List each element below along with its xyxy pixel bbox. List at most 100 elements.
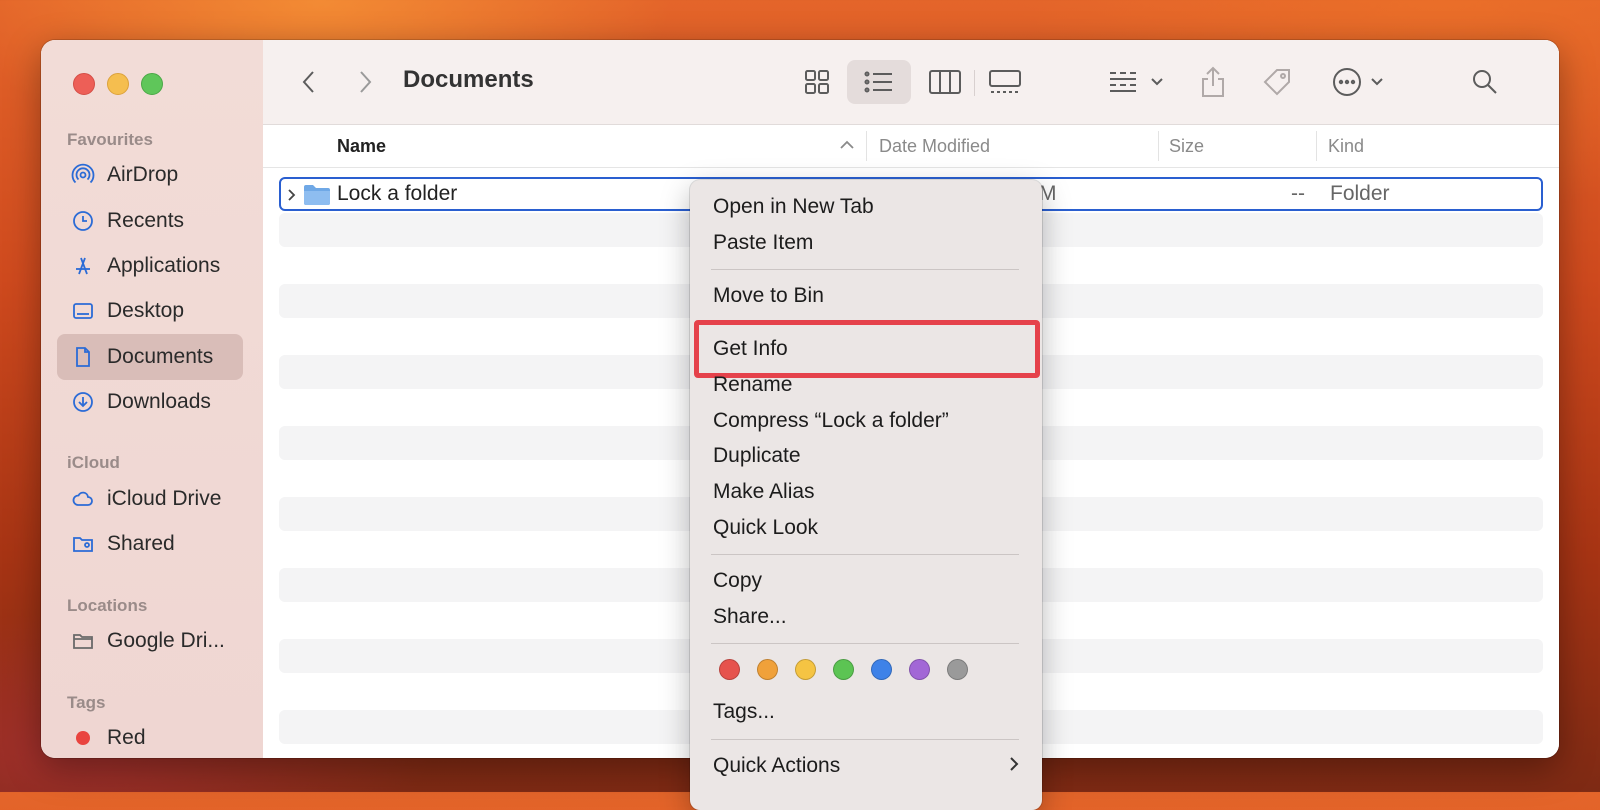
menu-item-open-in-new-tab[interactable]: Open in New Tab	[713, 192, 874, 222]
sidebar-item-label: Desktop	[107, 299, 185, 322]
gallery-icon	[989, 70, 1021, 93]
menu-item-rename[interactable]: Rename	[713, 370, 792, 400]
shared-folder-icon	[69, 532, 97, 556]
menu-item-quick-actions[interactable]: Quick Actions	[713, 751, 840, 781]
column-header-date-modified[interactable]: Date Modified	[879, 125, 990, 167]
minimize-window-button[interactable]	[107, 73, 129, 95]
disclosure-triangle-icon	[288, 189, 296, 201]
context-menu: Open in New Tab Paste Item Move to Bin G…	[690, 180, 1042, 810]
tag-swatch-blue[interactable]	[871, 659, 892, 680]
chevron-left-icon	[302, 71, 314, 93]
toolbar-divider	[974, 70, 975, 96]
columns-icon	[929, 70, 961, 94]
sidebar-item-icloud-drive[interactable]: iCloud Drive	[57, 476, 243, 522]
menu-item-compress[interactable]: Compress “Lock a folder”	[713, 406, 949, 436]
menu-item-share[interactable]: Share...	[713, 602, 787, 632]
sidebar-item-documents[interactable]: Documents	[57, 334, 243, 380]
chevron-down-icon	[1151, 78, 1163, 86]
menu-item-move-to-bin[interactable]: Move to Bin	[713, 281, 824, 311]
chevron-right-icon	[360, 71, 372, 93]
sidebar-item-label: Documents	[107, 345, 214, 368]
airdrop-icon	[69, 163, 97, 187]
file-kind: Folder	[1330, 182, 1390, 205]
tag-swatch-purple[interactable]	[909, 659, 930, 680]
list-icon	[864, 71, 892, 93]
tag-swatch-green[interactable]	[833, 659, 854, 680]
chevron-right-icon	[1010, 757, 1019, 771]
sidebar-item-label: Downloads	[107, 390, 211, 413]
column-header-size[interactable]: Size	[1169, 125, 1204, 167]
sidebar-item-tag-red[interactable]: Red	[57, 715, 243, 758]
download-icon	[69, 390, 97, 414]
share-button[interactable]	[1193, 60, 1233, 104]
menu-item-make-alias[interactable]: Make Alias	[713, 477, 815, 507]
chevron-down-icon	[1371, 78, 1383, 86]
menu-divider	[711, 269, 1019, 270]
grid-icon	[805, 70, 829, 94]
applications-icon	[69, 254, 97, 278]
sidebar-section-favourites: Favourites	[67, 130, 153, 149]
sort-ascending-icon	[840, 140, 854, 149]
column-divider	[1158, 131, 1159, 161]
sidebar-item-shared[interactable]: Shared	[57, 521, 243, 567]
ellipsis-circle-icon	[1333, 68, 1361, 96]
tag-icon	[1263, 69, 1290, 96]
sidebar-item-label: Applications	[107, 254, 221, 277]
list-view-button[interactable]	[847, 60, 911, 104]
sidebar-item-applications[interactable]: Applications	[57, 243, 243, 289]
group-icon	[1110, 72, 1136, 92]
menu-item-copy[interactable]: Copy	[713, 566, 762, 596]
tag-swatch-red[interactable]	[719, 659, 740, 680]
column-header-name[interactable]: Name	[337, 125, 386, 167]
tag-swatch-gray[interactable]	[947, 659, 968, 680]
sidebar-item-airdrop[interactable]: AirDrop	[57, 152, 243, 198]
sidebar: Favourites AirDrop Recents Applications …	[41, 40, 264, 758]
icon-view-button[interactable]	[797, 60, 837, 104]
toolbar: Documents	[263, 40, 1559, 125]
group-by-button[interactable]	[1103, 60, 1169, 104]
search-icon	[1473, 70, 1497, 94]
menu-item-tags[interactable]: Tags...	[713, 697, 775, 727]
tag-swatch-yellow[interactable]	[795, 659, 816, 680]
document-icon	[69, 345, 97, 369]
more-actions-button[interactable]	[1325, 60, 1391, 104]
share-icon	[1202, 66, 1224, 97]
clock-icon	[69, 209, 97, 233]
menu-item-quick-look[interactable]: Quick Look	[713, 513, 818, 543]
column-header-kind[interactable]: Kind	[1328, 125, 1364, 167]
file-name: Lock a folder	[337, 182, 458, 205]
search-button[interactable]	[1463, 60, 1507, 104]
menu-item-paste-item[interactable]: Paste Item	[713, 228, 813, 258]
sidebar-item-desktop[interactable]: Desktop	[57, 288, 243, 334]
sidebar-item-label: Red	[107, 726, 146, 749]
back-button[interactable]	[291, 60, 327, 104]
sidebar-section-icloud: iCloud	[67, 453, 120, 472]
window-controls	[73, 73, 163, 95]
gallery-view-button[interactable]	[983, 60, 1027, 104]
sidebar-item-recents[interactable]: Recents	[57, 198, 243, 244]
close-window-button[interactable]	[73, 73, 95, 95]
tag-button[interactable]	[1255, 60, 1299, 104]
sidebar-section-locations: Locations	[67, 596, 148, 615]
sidebar-section-tags: Tags	[67, 693, 106, 712]
file-size: --	[1291, 182, 1305, 205]
zoom-window-button[interactable]	[141, 73, 163, 95]
sidebar-item-google-drive[interactable]: Google Dri...	[57, 618, 243, 664]
column-divider	[1316, 131, 1317, 161]
menu-item-duplicate[interactable]: Duplicate	[713, 441, 801, 471]
menu-divider	[711, 554, 1019, 555]
sidebar-item-label: Google Dri...	[107, 629, 225, 652]
column-view-button[interactable]	[925, 60, 965, 104]
column-header-row: Name Date Modified Size Kind	[263, 125, 1559, 168]
menu-divider	[711, 739, 1019, 740]
desktop-icon	[69, 299, 97, 323]
window-title: Documents	[403, 66, 534, 93]
sidebar-item-downloads[interactable]: Downloads	[57, 379, 243, 425]
forward-button[interactable]	[347, 60, 383, 104]
tag-swatch-orange[interactable]	[757, 659, 778, 680]
sidebar-item-label: AirDrop	[107, 163, 179, 186]
folder-icon	[304, 185, 330, 205]
tag-color-swatches	[719, 659, 968, 680]
folder-icon	[69, 629, 97, 653]
column-divider	[866, 131, 867, 161]
